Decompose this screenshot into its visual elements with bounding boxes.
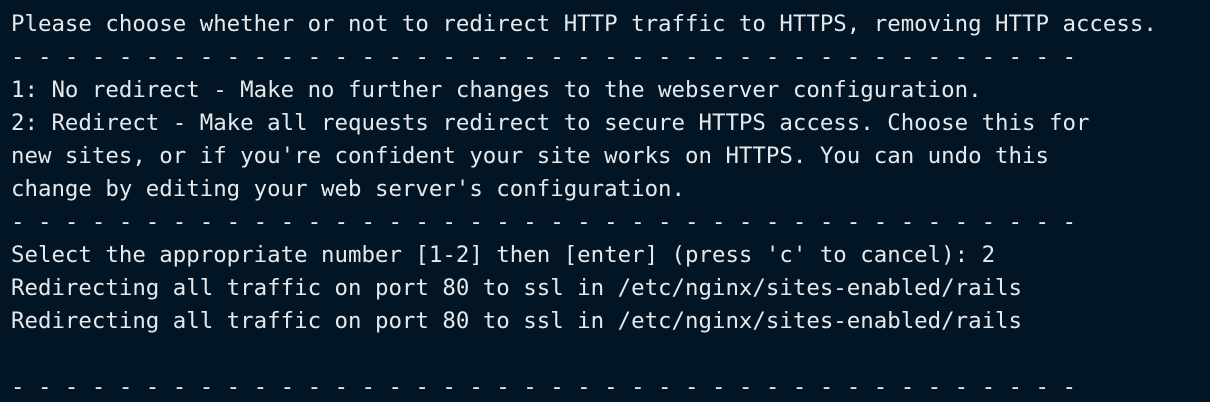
terminal-window[interactable]: Please choose whether or not to redirect… bbox=[0, 0, 1210, 402]
separator-line: - - - - - - - - - - - - - - - - - - - - … bbox=[11, 44, 1076, 70]
output-line: Redirecting all traffic on port 80 to ss… bbox=[11, 275, 1023, 301]
option-2-line: 2: Redirect - Make all requests redirect… bbox=[11, 110, 1090, 136]
option-1-line: 1: No redirect - Make no further changes… bbox=[11, 77, 982, 103]
separator-line: - - - - - - - - - - - - - - - - - - - - … bbox=[11, 209, 1076, 235]
prompt-question-line: Please choose whether or not to redirect… bbox=[11, 11, 1157, 37]
option-2-continuation-line: change by editing your web server's conf… bbox=[11, 176, 686, 202]
option-2-continuation-line: new sites, or if you're confident your s… bbox=[11, 143, 1049, 169]
output-line: Redirecting all traffic on port 80 to ss… bbox=[11, 308, 1023, 334]
selection-input-line[interactable]: Select the appropriate number [1-2] then… bbox=[11, 239, 1210, 272]
separator-line: - - - - - - - - - - - - - - - - - - - - … bbox=[11, 374, 1076, 400]
